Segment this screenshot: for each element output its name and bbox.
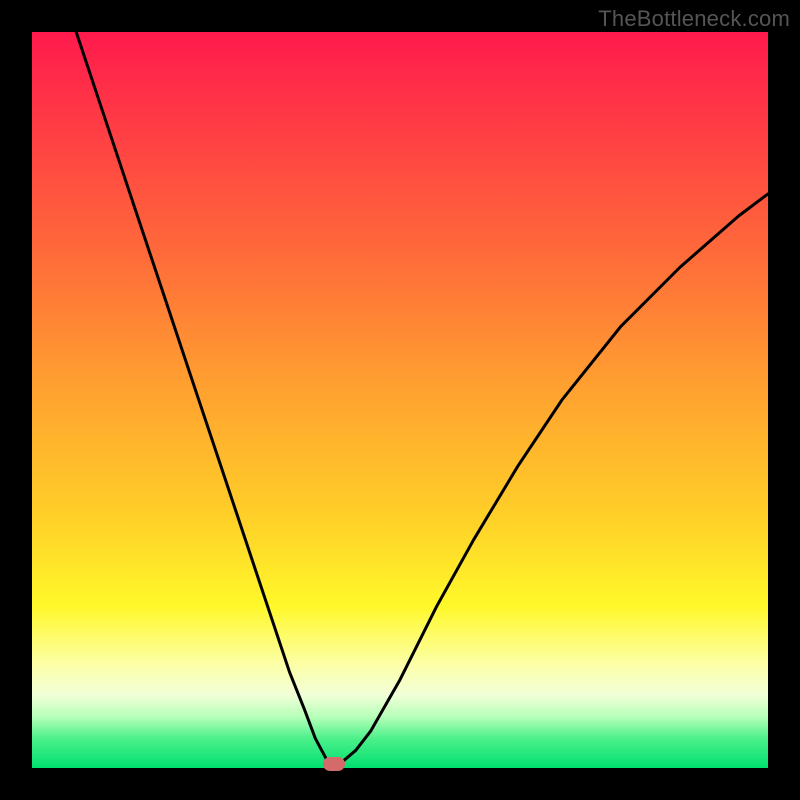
plot-area	[32, 32, 768, 768]
attribution-text: TheBottleneck.com	[598, 6, 790, 32]
chart-frame: TheBottleneck.com	[0, 0, 800, 800]
bottleneck-curve	[32, 32, 768, 768]
optimal-point-marker	[323, 757, 345, 771]
